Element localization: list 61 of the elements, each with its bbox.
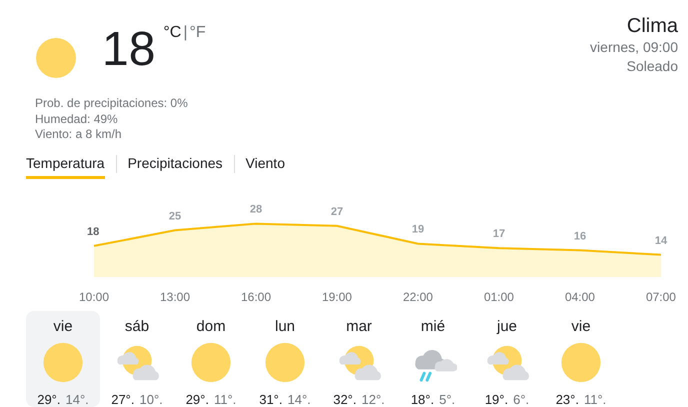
high-temp: 29°. [186, 392, 209, 406]
low-temp: 10°. [140, 392, 163, 406]
hour-label: 10:00 [78, 290, 110, 304]
low-temp: 11°. [584, 392, 606, 406]
day-name: lun [274, 316, 296, 336]
high-temp: 23°. [556, 392, 579, 406]
weather-detail: Viento: a 8 km/h [35, 127, 122, 142]
day-card[interactable]: mar 32°. 12°. [322, 310, 396, 406]
day-card[interactable]: mié 18°. 5°. [396, 310, 470, 406]
temperature-value: 18 [102, 22, 156, 78]
date-time: viernes, 09:00 [590, 38, 678, 57]
celsius-link[interactable]: °C [163, 24, 182, 42]
temperature-label: 14 [654, 234, 668, 246]
day-name: mar [346, 316, 372, 336]
hour-label: 04:00 [564, 290, 595, 304]
temperature-label: 27 [330, 205, 344, 218]
low-temp: 14°. [288, 392, 311, 406]
chart-tab[interactable]: Viento [246, 152, 285, 178]
low-temp: 11°. [214, 392, 236, 406]
chart-tab[interactable]: Precipitaciones [128, 152, 223, 178]
low-temp: 5°. [439, 392, 456, 406]
day-card[interactable]: vie 23°. 11°. [544, 310, 618, 406]
day-card[interactable]: dom 29°. 11°. [174, 310, 248, 406]
temperature-label: 18 [87, 225, 100, 238]
weather-detail: Humedad: 49% [35, 112, 119, 127]
hour-label: 19:00 [322, 290, 352, 304]
low-temp: 12°. [362, 392, 385, 406]
day-card[interactable]: jue 19°. 6°. [470, 310, 544, 406]
day-card[interactable]: lun 31°. 14°. [248, 310, 322, 406]
temperature-label: 16 [574, 230, 586, 242]
hour-label: 13:00 [160, 290, 190, 304]
day-name: mié [420, 316, 446, 336]
day-name: vie [571, 316, 591, 336]
low-temp: 14°. [66, 392, 89, 406]
day-card[interactable]: vie 29°. 14°. [26, 310, 100, 406]
high-temp: 29°. [37, 392, 60, 406]
weather-detail: Prob. de precipitaciones: 0% [35, 96, 189, 112]
day-name: sáb [124, 316, 150, 336]
high-temp: 31°. [259, 392, 282, 406]
hour-label: 07:00 [646, 290, 676, 304]
unit-separator: | [183, 24, 188, 42]
chart-tab[interactable]: Temperatura [26, 152, 105, 178]
temperature-label: 28 [250, 203, 262, 216]
temperature-label: 25 [168, 210, 182, 222]
high-temp: 18°. [410, 392, 434, 406]
high-temp: 19°. [484, 392, 508, 406]
low-temp: 6°. [513, 392, 530, 406]
hour-label: 16:00 [240, 290, 271, 304]
condition-text: Soleado [626, 57, 678, 76]
high-temp: 32°. [333, 392, 356, 406]
day-name: jue [496, 316, 518, 336]
temperature-label: 17 [492, 228, 506, 240]
hour-label: 22:00 [402, 290, 433, 304]
day-name: vie [53, 316, 73, 336]
day-card[interactable]: sáb 27°. 10°. [100, 310, 174, 406]
temperature-label: 19 [412, 223, 424, 236]
high-temp: 27°. [111, 392, 134, 406]
hour-label: 01:00 [484, 290, 514, 304]
fahrenheit-link[interactable]: °F [190, 24, 206, 42]
day-name: dom [196, 316, 226, 336]
widget-title: Clima [626, 14, 678, 38]
